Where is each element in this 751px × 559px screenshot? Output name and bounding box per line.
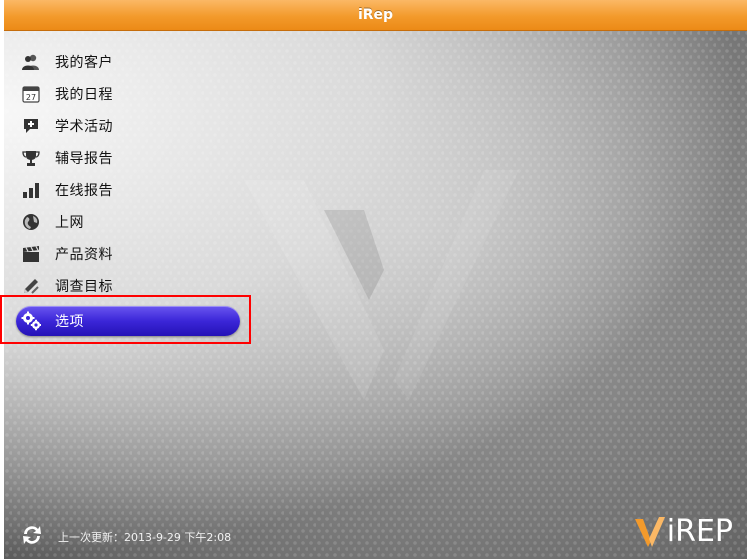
last-sync-text: 上一次更新：2013-9-29 下午2:08 xyxy=(58,531,232,544)
menu-item-product-materials[interactable]: 产品资料 xyxy=(16,238,256,270)
menu-item-label: 辅导报告 xyxy=(55,151,113,167)
calendar-icon: 27 xyxy=(21,84,41,104)
main-menu: 我的客户 27 我的日程 学术活动 辅导报告 在线报告 上网 产品资料 调查目标… xyxy=(16,46,256,336)
calendar-day: 27 xyxy=(26,93,36,102)
menu-item-label: 调查目标 xyxy=(55,279,113,295)
v-logo-mark-icon xyxy=(634,516,665,547)
menu-item-label: 上网 xyxy=(55,215,84,231)
menu-item-schedule[interactable]: 27 我的日程 xyxy=(16,78,256,110)
menu-item-label: 我的客户 xyxy=(55,55,113,71)
refresh-icon[interactable] xyxy=(20,523,44,551)
bar-chart-icon xyxy=(21,180,41,200)
title-bar: iRep xyxy=(4,0,747,31)
menu-item-coaching[interactable]: 辅导报告 xyxy=(16,142,256,174)
v-watermark-logo xyxy=(244,170,519,400)
sync-status-bar: 上一次更新：2013-9-29 下午2:08 xyxy=(20,523,231,551)
app-title: iRep xyxy=(357,7,394,23)
menu-item-label: 产品资料 xyxy=(55,247,113,263)
irep-logo: iREP xyxy=(634,514,733,549)
menu-item-web[interactable]: 上网 xyxy=(16,206,256,238)
menu-item-label: 选项 xyxy=(55,314,84,330)
clapperboard-icon xyxy=(21,244,41,264)
menu-item-customers[interactable]: 我的客户 xyxy=(16,46,256,78)
menu-item-label: 学术活动 xyxy=(55,119,113,135)
menu-item-academic[interactable]: 学术活动 xyxy=(16,110,256,142)
logo-text: iREP xyxy=(666,514,733,549)
menu-item-survey-targets[interactable]: 调查目标 xyxy=(16,270,256,302)
plus-bubble-icon xyxy=(21,116,41,136)
menu-item-options[interactable]: 选项 xyxy=(16,306,240,336)
menu-item-label: 我的日程 xyxy=(55,87,113,103)
app-window: iRep 我的客户 27 我的日程 学术活动 辅导报告 在线报告 上网 产品资料… xyxy=(4,0,747,559)
globe-icon xyxy=(21,212,41,232)
menu-item-online-report[interactable]: 在线报告 xyxy=(16,174,256,206)
menu-item-label: 在线报告 xyxy=(55,183,113,199)
pencil-ruler-icon xyxy=(21,276,41,296)
gears-icon xyxy=(21,311,41,331)
trophy-icon xyxy=(21,148,41,168)
customers-icon xyxy=(21,52,41,72)
